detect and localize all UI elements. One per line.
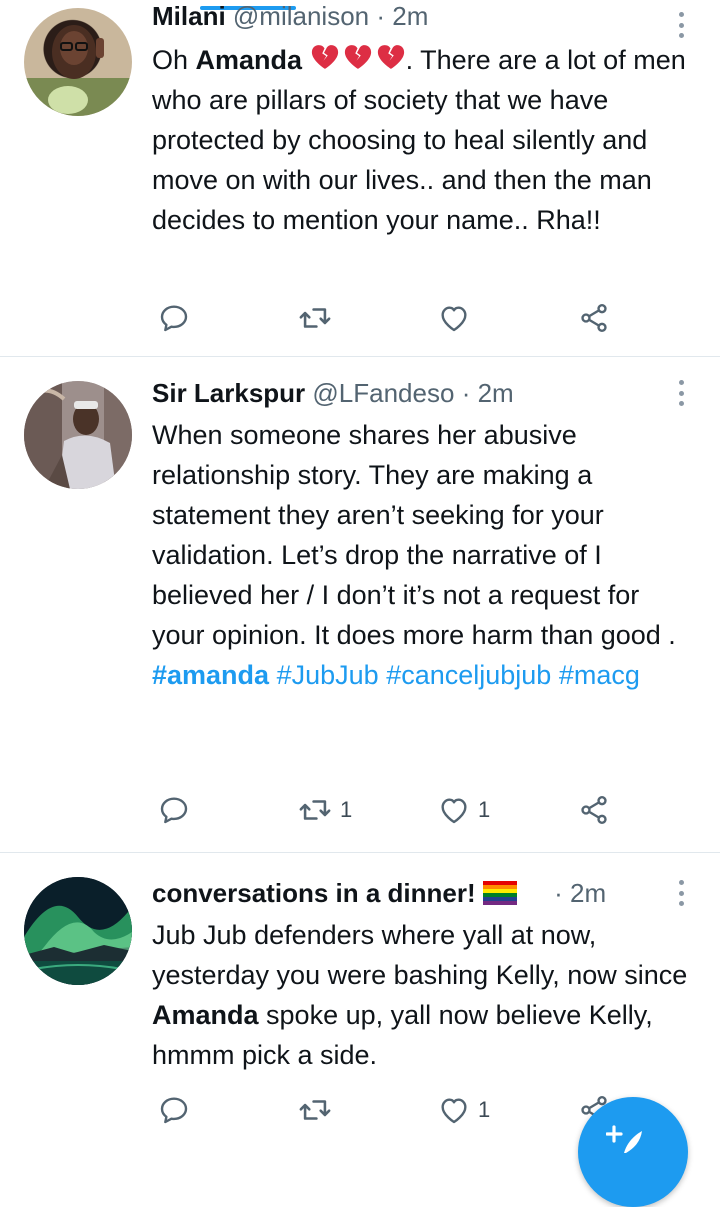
heart-icon — [438, 1094, 470, 1126]
author-name[interactable]: Sir Larkspur — [152, 378, 305, 408]
heart-icon — [438, 794, 470, 826]
tweet-header: Sir Larkspur @LFandeso · 2m — [152, 375, 660, 411]
author-handle[interactable]: @LFandeso — [312, 378, 454, 408]
like-button[interactable]: 1 — [438, 1090, 490, 1130]
reply-button[interactable] — [158, 298, 198, 338]
rainbow-flag-emoji — [482, 881, 517, 905]
tweet-text: Jub Jub defenders where yall at now, yes… — [152, 915, 697, 1075]
tweet-2[interactable]: Sir Larkspur @LFandeso · 2m When someone… — [0, 357, 720, 852]
hashtag-jubjub[interactable]: #JubJub — [277, 660, 379, 690]
like-button[interactable]: 1 — [438, 790, 490, 830]
like-count: 1 — [478, 797, 491, 822]
retweet-icon — [298, 301, 332, 335]
broken-heart-emoji — [376, 42, 406, 72]
retweet-icon — [298, 1093, 332, 1127]
heart-icon — [438, 302, 470, 334]
timestamp[interactable]: 2m — [392, 1, 428, 31]
hashtag-canceljubjub[interactable]: #canceljubjub — [386, 660, 551, 690]
separator-dot: · — [376, 1, 386, 31]
tweet-actions: 1 — [152, 1090, 622, 1130]
more-vertical-icon[interactable] — [678, 880, 684, 906]
retweet-button[interactable] — [298, 1090, 340, 1130]
timestamp[interactable]: 2m — [478, 378, 514, 408]
share-button[interactable] — [578, 790, 610, 830]
tweet-header: Milani @milanison · 2m — [152, 0, 660, 34]
hashtag-amanda[interactable]: #amanda — [152, 660, 269, 690]
tweet-text: Oh Amanda . There are a lot of men who a… — [152, 40, 697, 240]
like-button[interactable] — [438, 298, 478, 338]
tweet-text: When someone shares her abusive relation… — [152, 415, 697, 695]
reply-button[interactable] — [158, 1090, 198, 1130]
avatar[interactable] — [24, 877, 132, 985]
compose-tweet-icon — [606, 1125, 642, 1153]
share-icon — [578, 302, 610, 334]
like-count: 1 — [478, 1097, 491, 1122]
text-part: Jub Jub defenders where yall at now, yes… — [152, 920, 688, 990]
more-vertical-icon[interactable] — [678, 12, 684, 38]
separator-dot: · — [554, 878, 563, 908]
text-part: When someone shares her abusive relation… — [152, 420, 676, 650]
tweet-header: conversations in a dinner! · 2m — [152, 875, 660, 911]
author-handle[interactable]: @milanison — [233, 1, 369, 31]
separator-dot: · — [461, 378, 471, 408]
retweet-button[interactable] — [298, 298, 340, 338]
author-name[interactable]: conversations in a dinner! — [152, 878, 476, 908]
mention-amanda: Amanda — [152, 1000, 259, 1030]
broken-heart-emoji — [343, 42, 373, 72]
author-name[interactable]: Milani — [152, 1, 226, 31]
mention-amanda: Amanda — [195, 45, 303, 75]
more-vertical-icon[interactable] — [678, 380, 684, 406]
retweet-button[interactable]: 1 — [298, 790, 352, 830]
broken-heart-emoji — [310, 42, 340, 72]
share-button[interactable] — [578, 298, 610, 338]
avatar[interactable] — [24, 8, 132, 116]
avatar[interactable] — [24, 381, 132, 489]
reply-icon — [158, 1094, 190, 1126]
share-icon — [578, 794, 610, 826]
text-part: Oh — [152, 45, 196, 75]
reply-icon — [158, 794, 190, 826]
retweet-icon — [298, 793, 332, 827]
tweet-1[interactable]: Milani @milanison · 2m Oh Amanda . There… — [0, 0, 720, 356]
reply-icon — [158, 302, 190, 334]
tweet-actions — [152, 298, 622, 338]
reply-button[interactable] — [158, 790, 198, 830]
timestamp[interactable]: 2m — [570, 878, 606, 908]
compose-tweet-button[interactable] — [578, 1097, 688, 1207]
tweet-actions: 1 1 — [152, 790, 622, 830]
broken-heart-emojis — [310, 42, 406, 72]
hashtag-macg[interactable]: #macg — [559, 660, 640, 690]
retweet-count: 1 — [340, 797, 353, 822]
